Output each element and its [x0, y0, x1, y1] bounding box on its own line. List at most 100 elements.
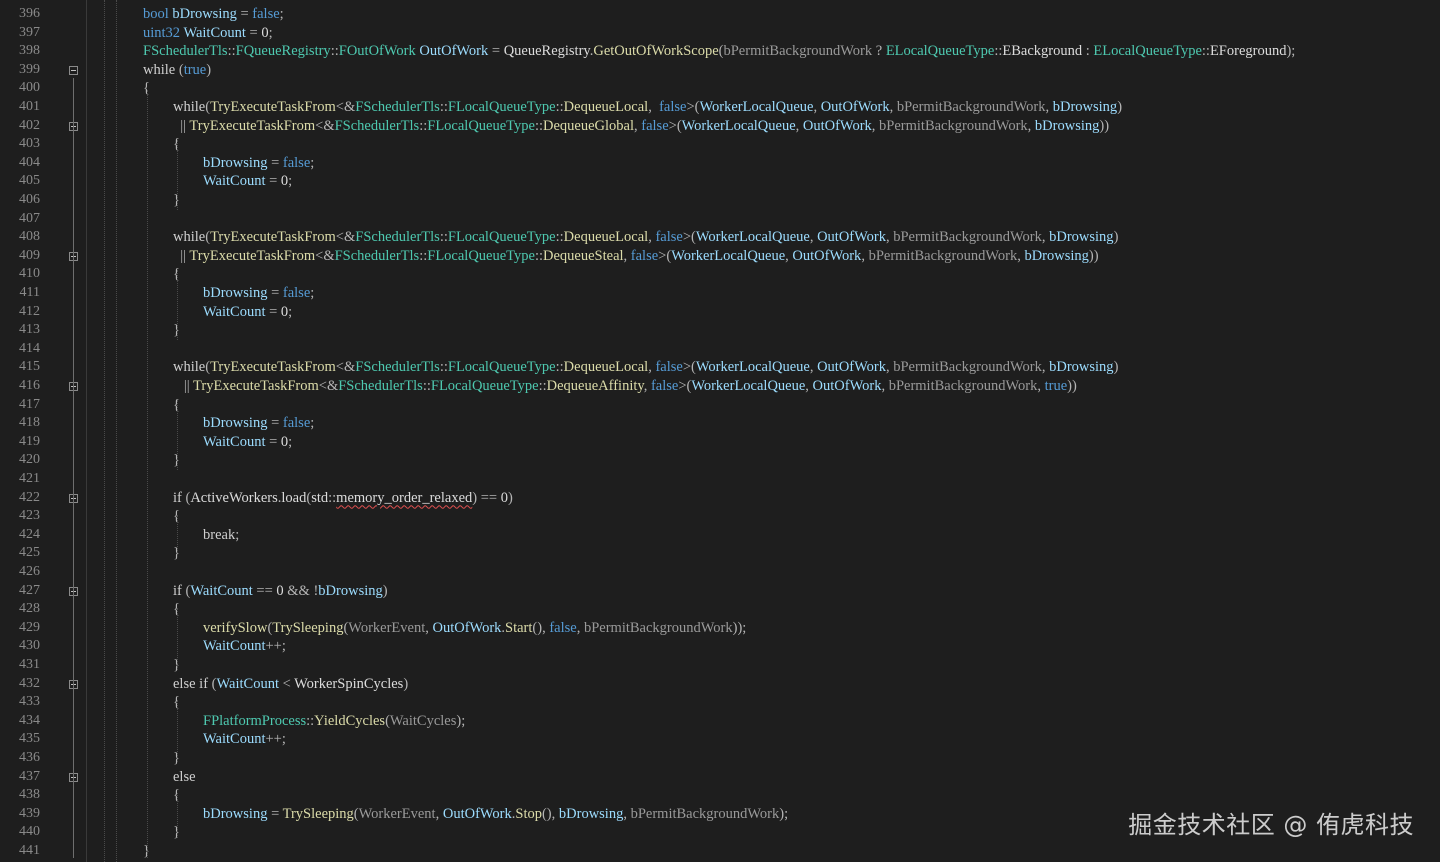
code-token: && ! [283, 582, 319, 599]
indent-guide [177, 700, 178, 762]
line-number: 437 [19, 768, 40, 784]
code-line[interactable]: else if (WaitCount < WorkerSpinCycles) [173, 675, 408, 694]
code-token: :: [422, 378, 431, 394]
code-token: FQueueRegistry [235, 43, 331, 60]
code-line[interactable]: break; [203, 526, 239, 545]
line-number: 434 [19, 712, 40, 728]
code-token: = [267, 154, 283, 171]
code-token: bPermitBackgroundWork [723, 43, 873, 60]
code-line[interactable]: verifySlow(TrySleeping(WorkerEvent, OutO… [203, 619, 746, 638]
code-token: , [643, 378, 651, 394]
code-line[interactable]: || TryExecuteTaskFrom<&FSchedulerTls::FL… [173, 377, 1077, 396]
code-token: TrySleeping [282, 805, 354, 822]
code-token: , [1045, 99, 1053, 115]
code-line[interactable]: if (ActiveWorkers.load(std::memory_order… [173, 489, 513, 508]
code-line[interactable]: FPlatformProcess::YieldCycles(WaitCycles… [203, 712, 465, 731]
code-line[interactable]: while(TryExecuteTaskFrom<&FSchedulerTls:… [173, 358, 1118, 377]
code-token: Stop [515, 805, 542, 822]
code-line[interactable]: WaitCount++; [203, 637, 286, 656]
code-token: )) [1088, 247, 1099, 264]
code-token: OutOfWork [802, 117, 872, 134]
code-token: ; [310, 415, 315, 432]
code-token: :: [328, 489, 337, 506]
code-token: , [1037, 378, 1045, 394]
line-number: 417 [19, 396, 40, 412]
gutter-separator [86, 0, 87, 862]
code-token: ) [507, 489, 513, 506]
code-editor[interactable]: 396 397 398 399 400 401 402 403 404 405 406 407 408 4… [0, 0, 1440, 862]
code-line[interactable]: FSchedulerTls::FQueueRegistry::FOutOfWor… [143, 42, 1295, 61]
code-line[interactable]: while(TryExecuteTaskFrom<&FSchedulerTls:… [173, 98, 1122, 117]
code-token: = [265, 433, 281, 450]
code-line[interactable]: uint32 WaitCount = 0; [143, 24, 273, 43]
code-token: ) [1113, 229, 1119, 246]
code-token: DequeueLocal [563, 359, 649, 376]
code-token: false [659, 99, 687, 115]
code-token: FLocalQueueType [447, 99, 556, 115]
code-line[interactable]: WaitCount = 0; [203, 303, 292, 322]
code-token: ; [268, 24, 273, 41]
code-token: ; [310, 154, 315, 171]
code-token: ) [382, 582, 388, 599]
code-token: while [173, 359, 206, 376]
fold-collapse-icon[interactable] [69, 65, 78, 75]
code-token: FLocalQueueType [447, 229, 556, 246]
line-number: 403 [19, 136, 40, 152]
code-token: , [623, 247, 631, 264]
code-line[interactable]: bDrowsing = TrySleeping(WorkerEvent, Out… [203, 805, 788, 824]
code-token: OutOfWork [792, 247, 862, 264]
code-token: QueueRegistry [503, 43, 590, 60]
line-number: 432 [19, 675, 40, 691]
code-line[interactable]: bDrowsing = false; [203, 414, 314, 433]
code-token: || [173, 247, 190, 264]
line-number: 424 [19, 526, 40, 542]
code-line[interactable]: WaitCount++; [203, 730, 286, 749]
line-number: 422 [19, 489, 40, 505]
code-token: true [183, 61, 207, 78]
code-token: while [173, 229, 206, 246]
code-token: OutOfWork [812, 378, 882, 394]
code-token: WorkerLocalQueue [695, 359, 810, 376]
code-token: , [425, 619, 433, 636]
code-token: :: [534, 117, 544, 134]
line-number: 426 [19, 564, 40, 579]
code-token: false [252, 6, 280, 22]
code-token: else if [173, 675, 209, 692]
code-line[interactable]: else [173, 768, 196, 787]
code-line[interactable]: bDrowsing = false; [203, 154, 314, 173]
code-token: false [282, 154, 311, 171]
code-token: <& [315, 117, 335, 134]
line-number: 416 [19, 378, 40, 393]
code-token: :: [555, 99, 564, 115]
code-line[interactable]: WaitCount = 0; [203, 433, 292, 452]
code-token: = [267, 285, 283, 301]
code-token: bDrowsing [203, 154, 268, 171]
code-line[interactable]: while(TryExecuteTaskFrom<&FSchedulerTls:… [173, 228, 1118, 247]
code-token: bDrowsing [1024, 247, 1089, 264]
line-number: 396 [19, 6, 40, 21]
code-token: ) [1117, 99, 1123, 115]
code-token: WorkerLocalQueue [695, 229, 810, 246]
code-line[interactable]: bDrowsing = false; [203, 284, 314, 303]
code-token: false [641, 117, 669, 134]
code-token: OutOfWork [817, 229, 886, 246]
code-token: WaitCount [203, 173, 266, 190]
code-token: )) [1099, 117, 1110, 134]
code-token: FLocalQueueType [427, 117, 535, 134]
code-token: bDrowsing [203, 285, 268, 301]
code-token: if [173, 582, 182, 599]
code-token: , [435, 805, 443, 822]
code-line[interactable]: || TryExecuteTaskFrom<&FSchedulerTls::FL… [173, 117, 1109, 136]
code-token: TryExecuteTaskFrom [189, 117, 316, 134]
line-number: 410 [19, 266, 40, 282]
code-token: std [311, 489, 329, 506]
line-number: 420 [19, 452, 40, 468]
code-line[interactable]: || TryExecuteTaskFrom<&FSchedulerTls::FL… [173, 247, 1099, 266]
code-line[interactable]: bool bDrowsing = false; [143, 5, 284, 24]
code-line[interactable]: while (true) [143, 61, 211, 80]
code-token: WaitCount [216, 675, 279, 692]
code-line[interactable]: if (WaitCount == 0 && !bDrowsing) [173, 582, 388, 601]
code-line[interactable]: WaitCount = 0; [203, 172, 292, 191]
code-token: bool [143, 6, 169, 22]
code-token: if [173, 489, 182, 506]
